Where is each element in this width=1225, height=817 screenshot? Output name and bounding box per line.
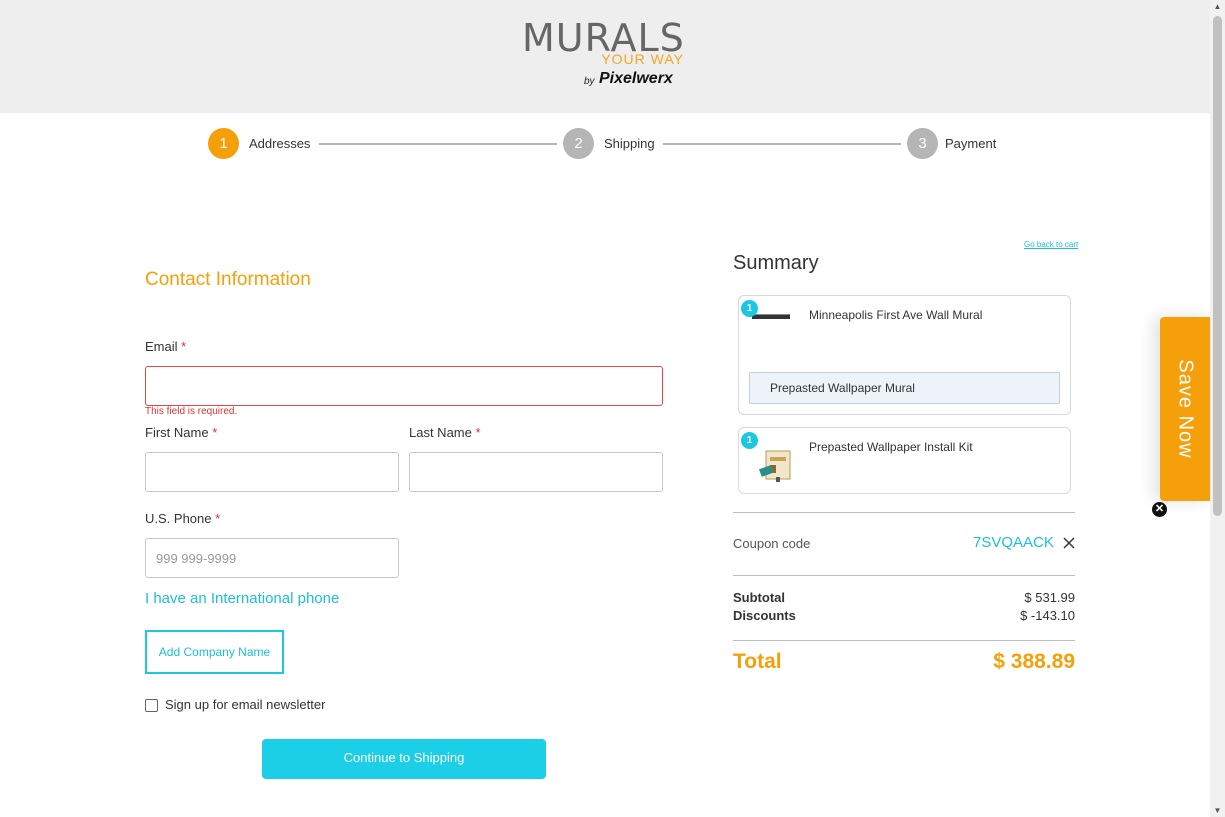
logo-brand-name: Pixelwerx [599,70,673,87]
quantity-badge: 1 [741,432,758,449]
logo-by-text: by [584,76,595,87]
email-error-message: This field is required. [145,406,238,417]
last-name-label: Last Name * [409,425,481,440]
scroll-down-arrow-icon[interactable]: ▼ [1213,806,1222,815]
mural-thumbnail [752,314,790,319]
newsletter-checkbox[interactable] [145,699,158,712]
step-connector [663,143,901,145]
scrollbar-thumb[interactable] [1213,16,1222,516]
item-variant: Prepasted Wallpaper Mural [749,372,1060,404]
total-value: $ 388.89 [993,650,1075,673]
coupon-code-label: Coupon code [733,536,811,551]
step-2-circle: 2 [563,128,594,159]
discounts-value: $ -143.10 [1020,608,1075,623]
subtotal-value: $ 531.99 [1024,590,1075,605]
required-marker: * [181,339,187,354]
go-back-to-cart-link[interactable]: Go back to cart [1024,240,1078,249]
save-now-label: Save Now [1174,359,1197,459]
checkout-progress: 1 Addresses 2 Shipping 3 Payment [208,128,1008,160]
item-name: Minneapolis First Ave Wall Mural [809,308,983,322]
step-2-label: Shipping [604,136,655,151]
first-name-field[interactable] [145,452,399,492]
step-1-label: Addresses [249,136,311,151]
discounts-label: Discounts [733,608,796,623]
newsletter-label[interactable]: Sign up for email newsletter [165,697,325,712]
step-1-circle: 1 [208,128,239,159]
phone-label: U.S. Phone * [145,511,221,526]
site-header: MURALS YOUR WAY by Pixelwerx [0,0,1210,113]
remove-coupon-icon[interactable] [1062,536,1076,550]
required-marker: * [475,425,481,440]
scroll-up-arrow-icon[interactable]: ▲ [1213,2,1222,11]
step-3-label: Payment [945,136,997,151]
first-name-label: First Name * [145,425,218,440]
subtotal-label: Subtotal [733,590,785,605]
logo-tagline: YOUR WAY [601,51,684,67]
last-name-field[interactable] [409,452,663,492]
murals-your-way-logo[interactable]: MURALS YOUR WAY by Pixelwerx [522,18,692,94]
total-label: Total [733,650,782,673]
required-marker: * [215,511,221,526]
save-now-tab[interactable]: Save Now [1160,317,1210,501]
international-phone-link[interactable]: I have an International phone [145,590,339,607]
contact-information-heading: Contact Information [145,269,311,290]
step-3-circle: 3 [907,128,938,159]
scrollbar[interactable]: ▲ ▼ [1210,0,1225,817]
quantity-badge: 1 [741,300,758,317]
required-marker: * [212,425,218,440]
item-name: Prepasted Wallpaper Install Kit [809,440,973,454]
add-company-name-button[interactable]: Add Company Name [145,630,284,674]
close-promo-icon[interactable]: ✕ [1152,502,1167,517]
continue-to-shipping-button[interactable]: Continue to Shipping [262,739,546,779]
install-kit-thumbnail [758,450,791,482]
applied-coupon-code: 7SVQAACK [973,534,1054,551]
email-label: Email * [145,339,187,354]
divider [733,640,1075,641]
phone-field[interactable] [145,538,399,578]
step-connector [319,143,557,145]
divider [733,575,1075,576]
divider [733,512,1075,513]
summary-heading: Summary [733,252,819,274]
email-field[interactable] [145,366,663,406]
